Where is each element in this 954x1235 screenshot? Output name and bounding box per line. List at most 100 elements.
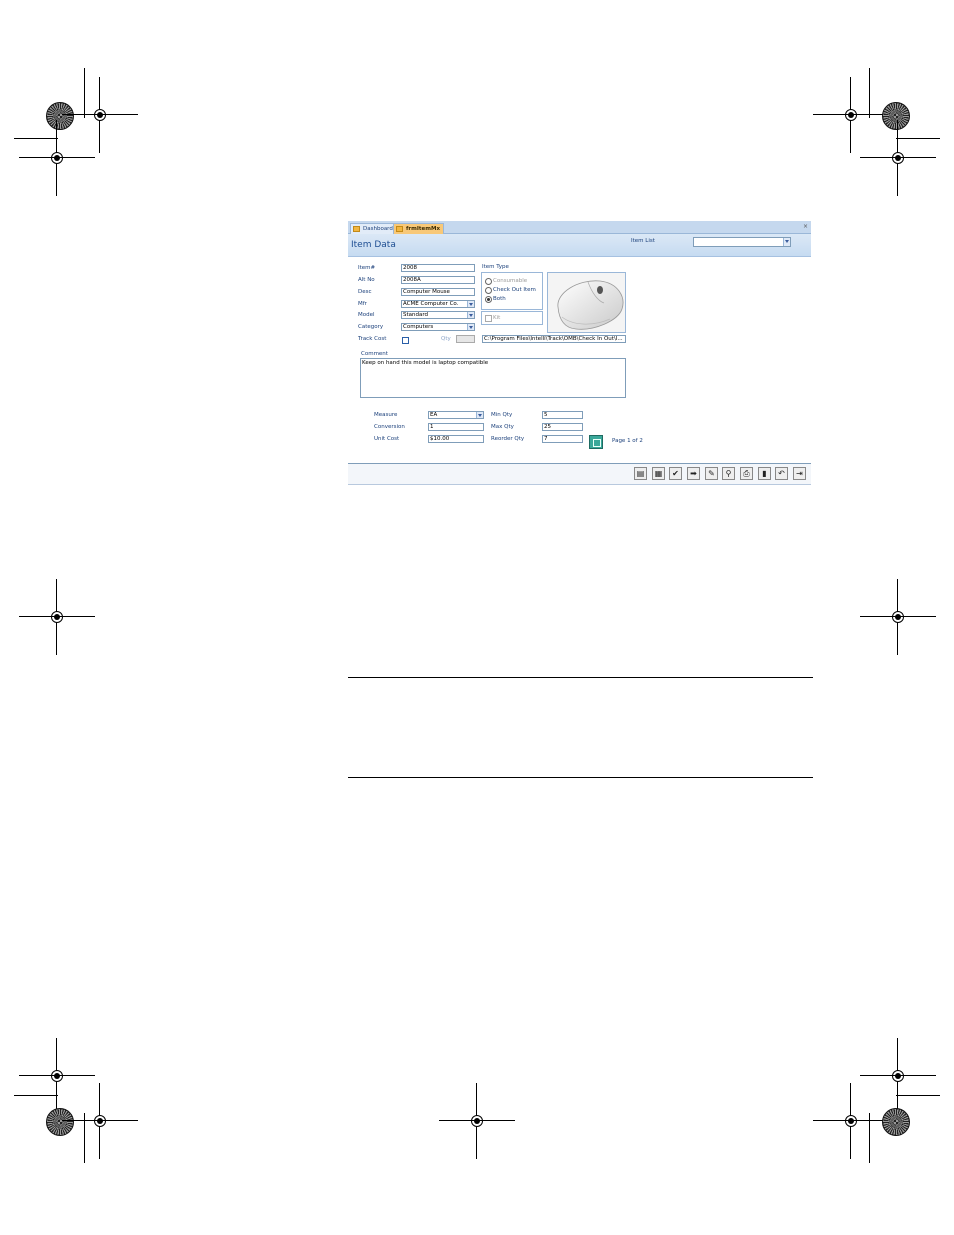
crop-mark xyxy=(869,68,870,118)
max-qty-field[interactable]: 25 xyxy=(542,423,583,431)
chevron-down-icon[interactable] xyxy=(467,312,474,318)
tab-label: Dashboard xyxy=(363,226,393,232)
radio-check-out-item-label: Check Out Item xyxy=(493,287,536,293)
undo-icon[interactable]: ↶ xyxy=(775,467,788,480)
crop-mark xyxy=(896,138,940,139)
page-title: Item Data xyxy=(351,240,396,250)
registration-mark xyxy=(860,1038,936,1114)
model-value: Standard xyxy=(403,312,429,318)
radio-both-label: Both xyxy=(493,296,506,302)
model-select[interactable]: Standard xyxy=(401,311,475,319)
unit-cost-field[interactable]: $10.00 xyxy=(428,435,484,443)
form-header: Item Data Item List xyxy=(348,234,811,257)
reorder-qty-label: Reorder Qty xyxy=(491,436,525,442)
exit-icon[interactable]: ⇥ xyxy=(793,467,806,480)
crop-mark xyxy=(896,1095,940,1096)
search-icon[interactable]: ⚲ xyxy=(722,467,735,480)
crop-mark xyxy=(84,1113,85,1163)
print-icon[interactable]: ⎙ xyxy=(740,467,753,480)
new-record-icon[interactable]: ▤ xyxy=(634,467,647,480)
mouse-picture xyxy=(548,273,625,332)
chevron-down-icon[interactable] xyxy=(467,301,474,307)
registration-mark xyxy=(439,1083,515,1159)
chevron-down-icon[interactable] xyxy=(476,412,483,418)
unit-cost-label: Unit Cost xyxy=(374,436,400,442)
item-type-legend: Item Type xyxy=(482,264,509,270)
comment-label: Comment xyxy=(361,351,388,357)
chevron-down-icon[interactable] xyxy=(783,238,790,246)
item-list-dropdown[interactable] xyxy=(693,237,791,247)
track-cost-checkbox[interactable] xyxy=(402,337,409,344)
qty-label: Qty xyxy=(441,336,451,342)
crop-mark xyxy=(14,1095,58,1096)
registration-starburst xyxy=(882,1108,910,1136)
max-qty-label: Max Qty xyxy=(491,424,514,430)
track-cost-label: Track Cost xyxy=(358,336,387,342)
alt-no-label: Alt No xyxy=(358,277,375,283)
registration-mark xyxy=(813,77,889,153)
chevron-down-icon[interactable] xyxy=(467,324,474,330)
crop-mark xyxy=(869,1113,870,1163)
desc-field[interactable]: Computer Mouse xyxy=(401,288,475,296)
tab-frmitemmx[interactable]: frmItemMx xyxy=(393,223,444,234)
crop-mark xyxy=(14,138,58,139)
desc-label: Desc xyxy=(358,289,372,295)
arrow-right-icon[interactable]: ➡ xyxy=(687,467,700,480)
toolbar: ▤ ▦ ✔ ➡ ✎ ⚲ ⎙ ▮ ↶ ⇥ xyxy=(348,464,811,485)
radio-consumable-label: Consumable xyxy=(493,278,528,284)
min-qty-label: Min Qty xyxy=(491,412,513,418)
min-qty-field[interactable]: 5 xyxy=(542,411,583,419)
tab-dashboard[interactable]: Dashboard xyxy=(350,223,397,234)
footer-rule xyxy=(348,677,813,678)
tab-label: frmItemMx xyxy=(406,226,440,232)
registration-mark xyxy=(19,120,95,196)
item-number-field[interactable]: 2008 xyxy=(401,264,475,272)
registration-mark xyxy=(813,1083,889,1159)
close-icon[interactable]: × xyxy=(803,223,808,230)
measure-value: EA xyxy=(430,412,438,418)
registration-mark xyxy=(860,120,936,196)
conversion-field[interactable]: 1 xyxy=(428,423,484,431)
page-indicator: Page 1 of 2 xyxy=(612,438,643,444)
conversion-label: Conversion xyxy=(374,424,405,430)
kit-label: Kit xyxy=(493,315,501,321)
item-number-label: Item# xyxy=(358,265,376,271)
checkmark-icon[interactable]: ✔ xyxy=(669,467,682,480)
category-label: Category xyxy=(358,324,384,330)
mfr-value: ACME Computer Co. xyxy=(403,301,459,307)
item-list-label: Item List xyxy=(631,238,655,244)
radio-both[interactable] xyxy=(485,296,492,303)
measure-label: Measure xyxy=(374,412,398,418)
qty-field[interactable] xyxy=(456,335,475,343)
model-label: Model xyxy=(358,312,375,318)
mfr-select[interactable]: ACME Computer Co. xyxy=(401,300,475,308)
form-icon xyxy=(353,226,360,232)
image-path-field[interactable]: C:\Program Files\Intelli\Track\OMB\Check… xyxy=(482,335,626,343)
item-image xyxy=(547,272,626,333)
registration-mark xyxy=(860,579,936,655)
category-value: Computers xyxy=(403,324,434,330)
form-icon xyxy=(396,226,403,232)
registration-mark xyxy=(19,579,95,655)
item-data-window: Dashboard frmItemMx × Item Data Item Lis… xyxy=(348,221,811,485)
registration-starburst xyxy=(882,102,910,130)
registration-starburst xyxy=(46,1108,74,1136)
registration-mark xyxy=(62,77,138,153)
alt-no-field[interactable]: 2008A xyxy=(401,276,475,284)
registration-mark xyxy=(62,1083,138,1159)
kit-checkbox[interactable] xyxy=(485,315,492,322)
crop-mark xyxy=(84,68,85,118)
category-select[interactable]: Computers xyxy=(401,323,475,331)
calculator-icon[interactable]: ▦ xyxy=(652,467,665,480)
find-replace-icon[interactable]: ✎ xyxy=(705,467,718,480)
mfr-label: Mfr xyxy=(358,301,367,307)
delete-icon[interactable]: ▮ xyxy=(758,467,771,480)
comment-textarea[interactable]: Keep on hand this model is laptop compat… xyxy=(360,358,626,398)
radio-check-out-item[interactable] xyxy=(485,287,492,294)
reorder-qty-field[interactable]: 7 xyxy=(542,435,583,443)
footer-rule xyxy=(348,777,813,778)
registration-mark xyxy=(19,1038,95,1114)
calculator-icon[interactable] xyxy=(589,435,603,449)
radio-consumable[interactable] xyxy=(485,278,492,285)
measure-select[interactable]: EA xyxy=(428,411,484,419)
